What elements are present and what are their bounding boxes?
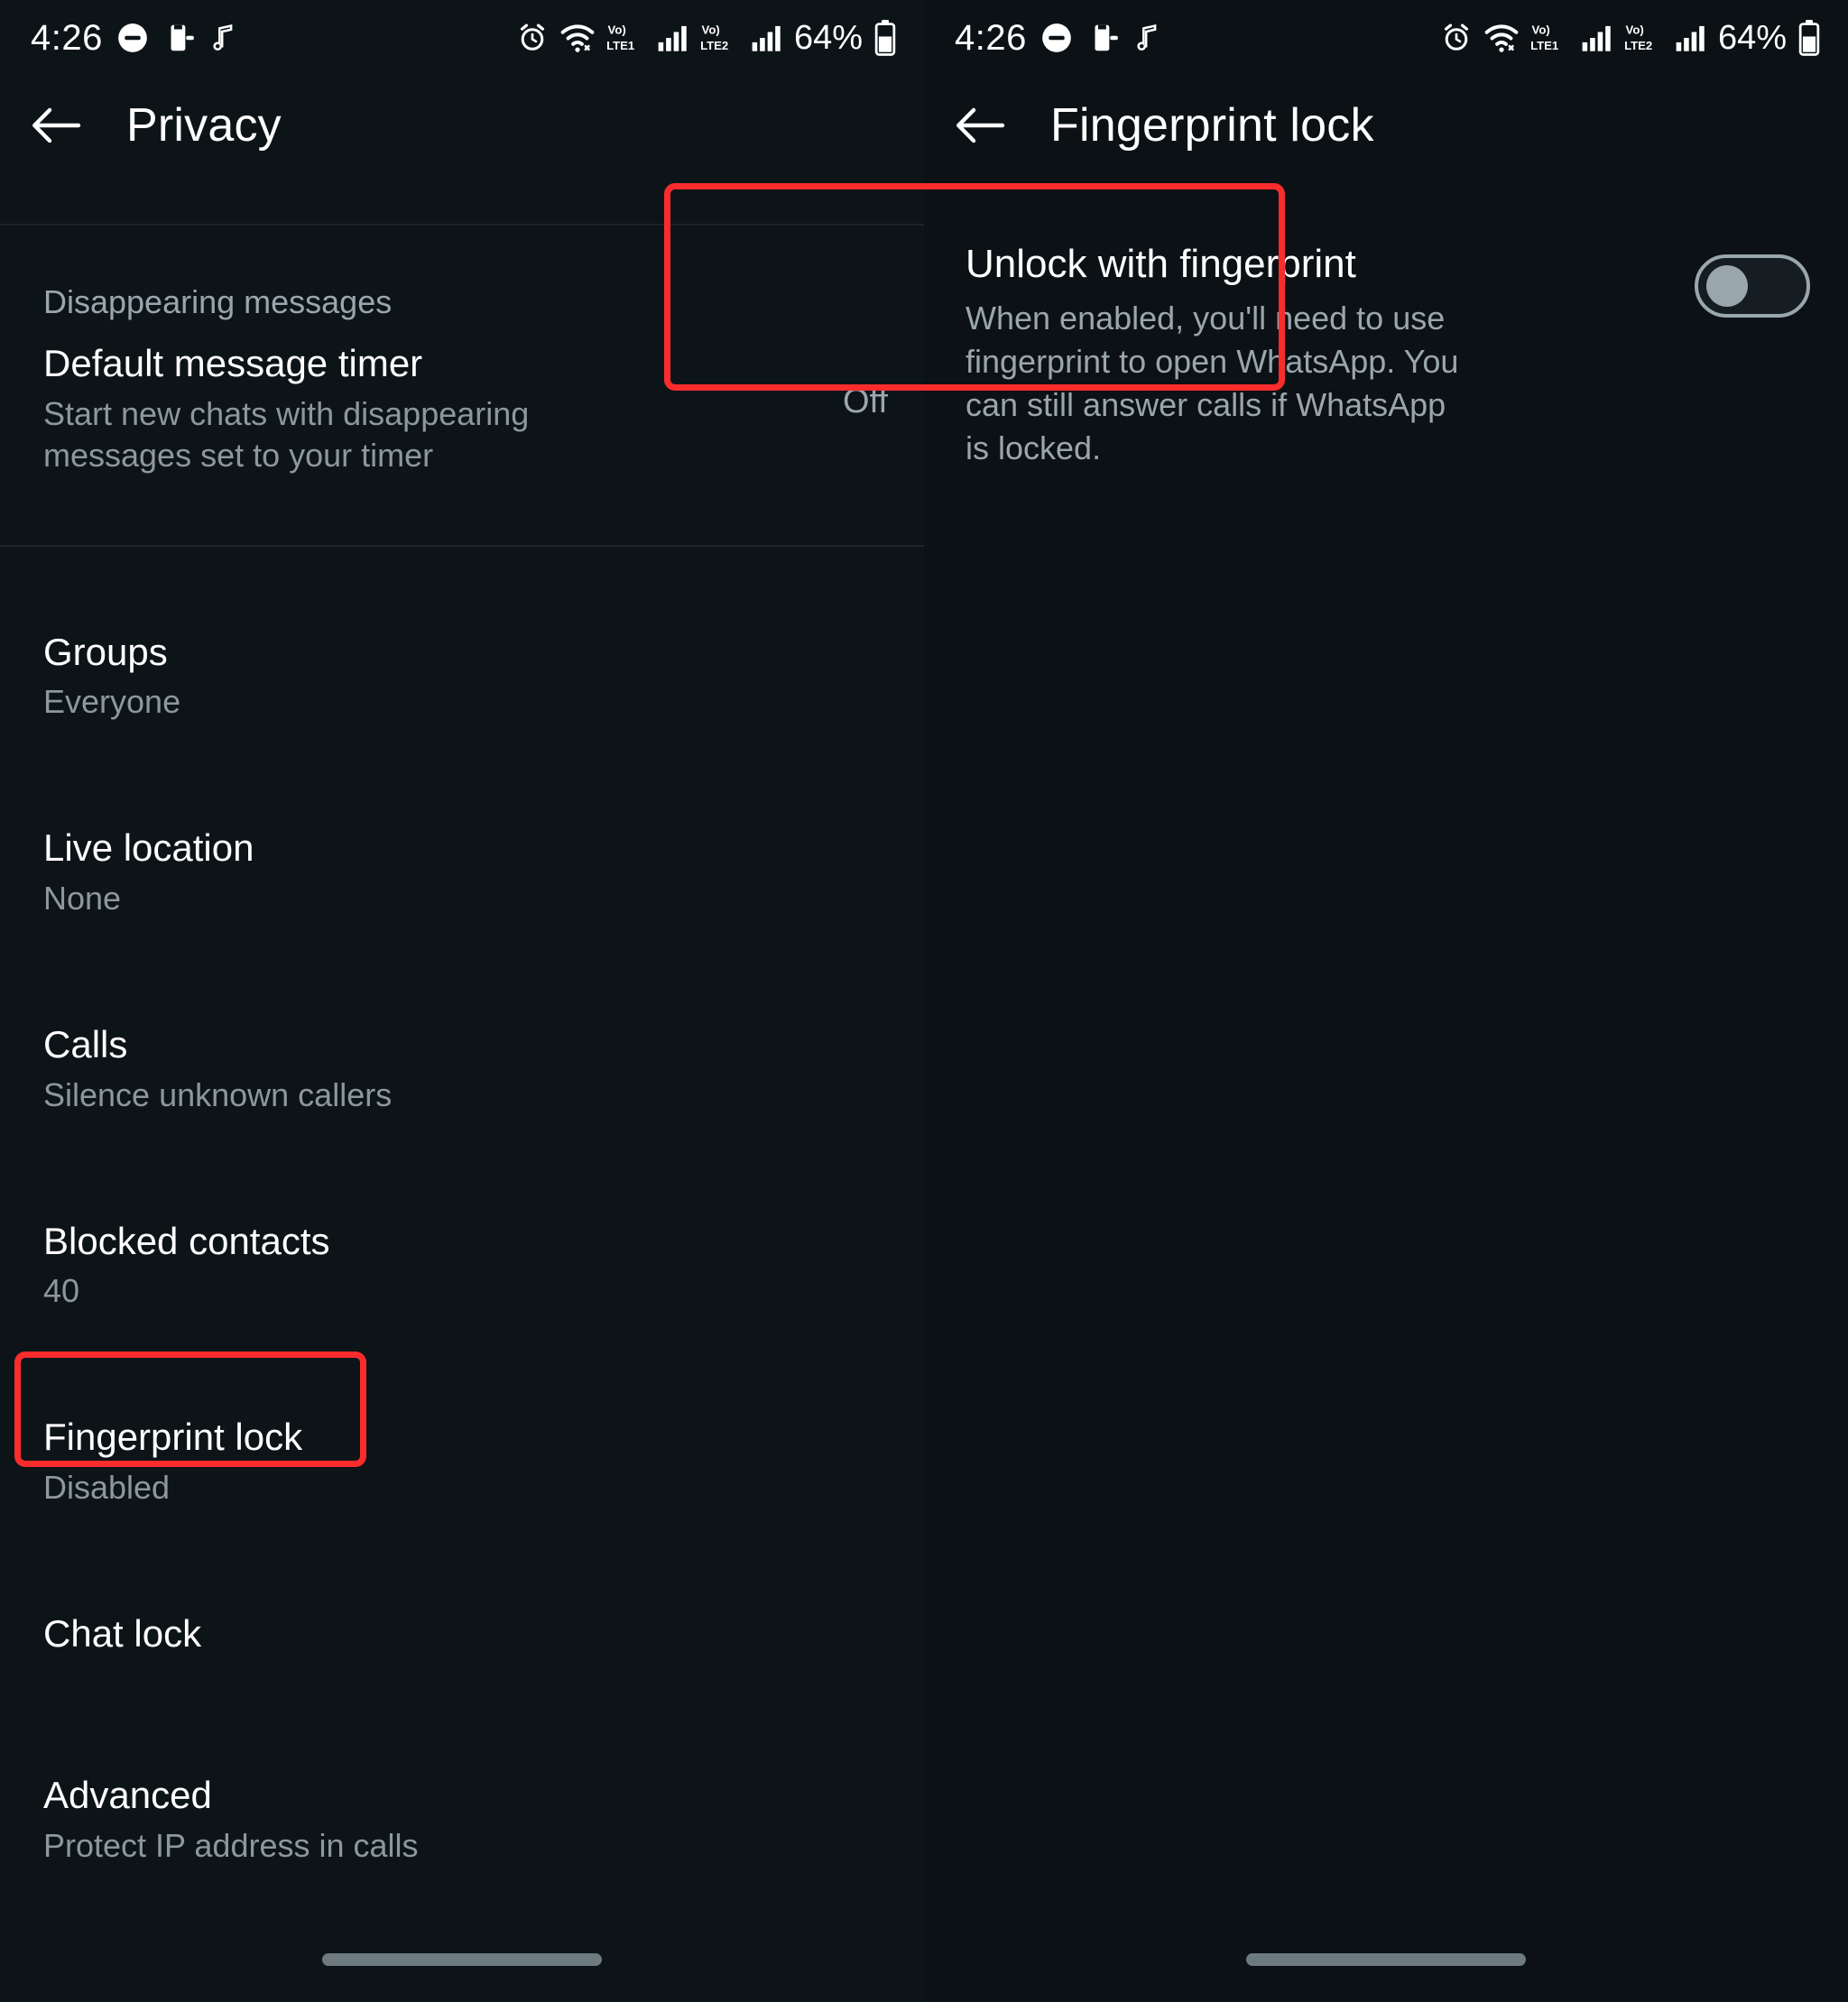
- svg-text:LTE2: LTE2: [1624, 39, 1652, 52]
- gap-after-divider: [0, 547, 924, 610]
- svg-text:LTE1: LTE1: [1530, 39, 1558, 52]
- volte-sim2-icon: Vo) LTE2: [1624, 21, 1664, 55]
- screen-cast-icon: [162, 21, 197, 55]
- battery-percent-label: 64%: [793, 18, 863, 57]
- right-screen-fingerprint-lock: 4:26 Vo) LTE1 Vo) LTE2 64% Fingerprint l…: [924, 0, 1848, 2002]
- row-advanced[interactable]: Advanced Protect IP address in calls: [0, 1753, 924, 1887]
- unlock-with-fingerprint-toggle[interactable]: [1695, 254, 1810, 318]
- svg-text:Vo): Vo): [1625, 23, 1643, 37]
- status-bar-left: 4:26 Vo) LTE1 Vo) LTE2 64%: [0, 0, 924, 76]
- dual-screenshot-composite: 4:26 Vo) LTE1 Vo) LTE2 64% Privacy Disap…: [0, 0, 1848, 2002]
- page-title: Privacy: [126, 99, 282, 152]
- row-subtitle: Start new chats with disappearing messag…: [43, 394, 530, 474]
- alarm-icon: [1440, 22, 1473, 54]
- gesture-pill-left[interactable]: [322, 1953, 602, 1966]
- signal-sim1-icon: [657, 23, 689, 53]
- row-title: Default message timer: [43, 342, 423, 384]
- row-chat-lock[interactable]: Chat lock: [0, 1591, 924, 1676]
- gap-fingerprint-chatlock: [0, 1528, 924, 1591]
- page-title: Fingerprint lock: [1050, 99, 1374, 152]
- volte-sim2-icon: Vo) LTE2: [700, 21, 740, 55]
- battery-percent-label: 64%: [1717, 18, 1787, 57]
- svg-text:Vo): Vo): [701, 23, 719, 37]
- toggle-knob: [1706, 265, 1748, 307]
- row-title: Calls: [43, 1022, 128, 1066]
- status-clock: 4:26: [955, 17, 1027, 58]
- dnd-icon: [116, 21, 150, 55]
- row-title: Groups: [43, 630, 168, 673]
- gap-calls-blocked: [0, 1136, 924, 1199]
- music-note-icon: [209, 23, 240, 53]
- battery-icon: [1797, 20, 1821, 56]
- row-fingerprint-lock[interactable]: Fingerprint lock Disabled: [0, 1395, 924, 1528]
- setting-title: Unlock with fingerprint: [966, 242, 1356, 286]
- row-value-timer: Off: [843, 383, 888, 420]
- row-subtitle: Silence unknown callers: [43, 1075, 393, 1113]
- row-title: Blocked contacts: [43, 1219, 330, 1262]
- wifi-icon: [559, 22, 596, 54]
- music-note-icon: [1133, 23, 1164, 53]
- row-title: Advanced: [43, 1774, 212, 1817]
- volte-sim1-icon: Vo) LTE1: [606, 21, 646, 55]
- svg-text:Vo): Vo): [1531, 23, 1549, 37]
- appbar-gap-right: [924, 175, 1848, 202]
- alarm-icon: [516, 22, 549, 54]
- row-calls[interactable]: Calls Silence unknown callers: [0, 1002, 924, 1136]
- signal-sim1-icon: [1581, 23, 1613, 53]
- row-blocked-contacts[interactable]: Blocked contacts 40: [0, 1199, 924, 1333]
- gesture-pill-right[interactable]: [1246, 1953, 1526, 1966]
- gap-before-divider: [0, 496, 924, 545]
- gap-groups-live: [0, 743, 924, 806]
- left-screen-privacy: 4:26 Vo) LTE1 Vo) LTE2 64% Privacy Disap…: [0, 0, 924, 2002]
- back-arrow-icon[interactable]: [31, 99, 83, 152]
- volte-sim1-icon: Vo) LTE1: [1530, 21, 1570, 55]
- row-groups[interactable]: Groups Everyone: [0, 610, 924, 743]
- row-live-location[interactable]: Live location None: [0, 806, 924, 939]
- row-subtitle: Disabled: [43, 1468, 171, 1506]
- appbar-privacy: Privacy: [0, 76, 924, 175]
- back-arrow-icon[interactable]: [955, 99, 1007, 152]
- appbar-gap: [0, 175, 924, 224]
- wifi-icon: [1483, 22, 1520, 54]
- row-subtitle: None: [43, 879, 122, 917]
- screen-cast-icon: [1086, 21, 1121, 55]
- signal-sim2-icon: [751, 23, 783, 53]
- setting-description: When enabled, you'll need to use fingerp…: [966, 300, 1459, 466]
- status-clock: 4:26: [31, 17, 103, 58]
- gap-chatlock-advanced: [0, 1675, 924, 1753]
- row-title: Fingerprint lock: [43, 1416, 303, 1459]
- gap-live-calls: [0, 939, 924, 1002]
- row-title: Live location: [43, 826, 254, 870]
- dnd-icon: [1040, 21, 1074, 55]
- appbar-fingerprint-lock: Fingerprint lock: [924, 76, 1848, 175]
- svg-text:Vo): Vo): [607, 23, 625, 37]
- gap-blocked-fingerprint: [0, 1332, 924, 1395]
- row-default-message-timer[interactable]: Default message timer Start new chats wi…: [0, 321, 924, 496]
- svg-text:LTE2: LTE2: [700, 39, 728, 52]
- status-bar-right: 4:26 Vo) LTE1 Vo) LTE2 64%: [924, 0, 1848, 76]
- row-subtitle: 40: [43, 1272, 80, 1310]
- svg-text:LTE1: LTE1: [606, 39, 634, 52]
- section-label-disappearing-messages: Disappearing messages: [43, 283, 393, 320]
- row-subtitle: Protect IP address in calls: [43, 1826, 419, 1864]
- unlock-with-fingerprint-setting[interactable]: Unlock with fingerprint When enabled, yo…: [924, 202, 1848, 506]
- row-subtitle: Everyone: [43, 683, 181, 721]
- row-title: Chat lock: [43, 1611, 202, 1655]
- battery-icon: [873, 20, 897, 56]
- signal-sim2-icon: [1675, 23, 1707, 53]
